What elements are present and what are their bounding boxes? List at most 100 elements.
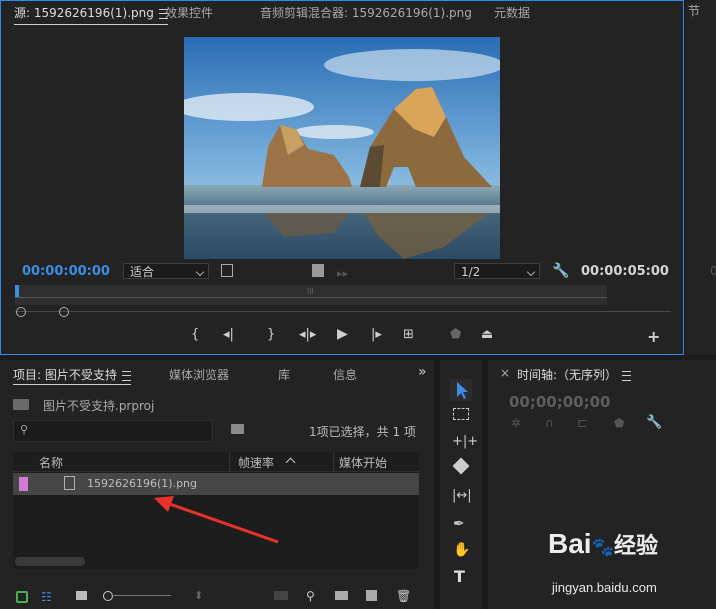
linked-selection-icon[interactable]: ⊏ bbox=[577, 416, 587, 430]
folder-icon bbox=[13, 399, 29, 410]
chevron-down-icon bbox=[195, 267, 205, 277]
baidu-watermark: Bai🐾经验 bbox=[548, 528, 658, 560]
close-icon[interactable]: × bbox=[500, 366, 510, 380]
source-tab-bar: 源: 1592626196(1).png 效果控件 音频剪辑混合器: 15926… bbox=[1, 1, 683, 25]
watermark-brand: Bai bbox=[548, 528, 592, 559]
tab-metadata[interactable]: 元数据 bbox=[494, 3, 530, 23]
step-forward-icon[interactable]: |▸ bbox=[371, 327, 382, 342]
timeline-panel: × 时间轴:（无序列） 00;00;00;00 ✲ ∩ ⊏ ⬟ 🔧 bbox=[488, 360, 716, 609]
watermark-url: jingyan.baidu.com bbox=[552, 580, 657, 595]
current-timecode[interactable]: 00:00:00:00 bbox=[22, 264, 110, 279]
list-header: 名称 帧速率 媒体开始 bbox=[13, 452, 419, 472]
mark-out-button[interactable]: } bbox=[267, 327, 275, 342]
ripple-edit-tool[interactable]: +|+ bbox=[452, 434, 478, 449]
slip-tool[interactable]: |↔| bbox=[452, 488, 472, 503]
timeline-timecode[interactable]: 00;00;00;00 bbox=[509, 393, 611, 411]
sort-icon[interactable]: ⬍ bbox=[194, 589, 203, 602]
insert-icon[interactable]: ⊞ bbox=[403, 327, 414, 342]
snap-icon[interactable]: ∩ bbox=[545, 416, 554, 430]
column-media-start[interactable]: 媒体开始 bbox=[339, 454, 387, 471]
arrow-icon bbox=[457, 382, 468, 399]
project-file-name: 图片不受支持.prproj bbox=[43, 399, 155, 413]
tab-libraries[interactable]: 库 bbox=[278, 366, 290, 383]
watermark-brand2: 经验 bbox=[614, 533, 659, 558]
fit-dropdown[interactable]: 适合 bbox=[123, 263, 209, 279]
tab-project[interactable]: 项目: 图片不受支持 bbox=[13, 366, 131, 385]
program-timecode-fragment: 0 bbox=[710, 264, 716, 278]
nest-icon[interactable]: ✲ bbox=[511, 416, 521, 430]
zoom-slider[interactable] bbox=[111, 595, 171, 596]
zoom-handle-right[interactable] bbox=[59, 307, 69, 317]
search-icon: ⚲ bbox=[20, 423, 29, 436]
new-item-icon[interactable] bbox=[366, 590, 377, 601]
panel-menu-icon[interactable] bbox=[622, 370, 632, 381]
insert-bracket-icon[interactable] bbox=[221, 264, 233, 277]
project-panel: 项目: 图片不受支持 媒体浏览器 库 信息 » 图片不受支持.prproj ⚲ … bbox=[0, 360, 434, 609]
play-icon[interactable]: ▶ bbox=[337, 326, 348, 342]
annotation-arrow bbox=[154, 496, 279, 544]
tab-media-browser[interactable]: 媒体浏览器 bbox=[169, 366, 229, 383]
export-frame-icon[interactable]: ⏏ bbox=[481, 327, 493, 342]
marker-icon[interactable]: ⬟ bbox=[450, 327, 461, 342]
ruler-ticks bbox=[15, 297, 607, 298]
resolution-dropdown[interactable]: 1/2 bbox=[454, 263, 540, 279]
ruler-mid-mark: lll bbox=[307, 287, 314, 296]
wrench-icon[interactable]: 🔧 bbox=[646, 415, 662, 430]
column-divider bbox=[333, 452, 334, 471]
project-search-input[interactable]: ⚲ bbox=[13, 420, 213, 442]
tab-audio-clip-mixer[interactable]: 音频剪辑混合器: 1592626196(1).png bbox=[260, 3, 472, 23]
selection-info: 1项已选择，共 1 项 bbox=[309, 425, 416, 439]
sync-icon: ▸▸ bbox=[337, 267, 349, 280]
tab-effect-controls[interactable]: 效果控件 bbox=[165, 3, 213, 23]
step-back-icon[interactable]: ◂|▸ bbox=[299, 327, 316, 342]
tools-panel: +|+ |↔| ✒ ✋ T bbox=[440, 360, 482, 609]
paw-icon: 🐾 bbox=[591, 537, 614, 557]
razor-tool[interactable] bbox=[452, 457, 470, 475]
sort-ascending-icon[interactable] bbox=[285, 457, 296, 468]
horizontal-scrollbar[interactable] bbox=[15, 557, 85, 566]
source-preview-image bbox=[184, 37, 500, 259]
panel-menu-icon[interactable] bbox=[121, 370, 131, 381]
time-ruler[interactable]: lll bbox=[15, 285, 607, 305]
clip-icon[interactable] bbox=[312, 264, 324, 277]
fit-dropdown-value: 适合 bbox=[130, 265, 155, 279]
find-icon[interactable]: ⚲ bbox=[306, 589, 315, 603]
label-color-swatch[interactable] bbox=[19, 477, 28, 491]
tab-source[interactable]: 源: 1592626196(1).png bbox=[14, 3, 168, 25]
duration-timecode: 00:00:05:00 bbox=[581, 264, 669, 279]
column-frame-rate[interactable]: 帧速率 bbox=[238, 454, 274, 471]
chevron-down-icon bbox=[526, 267, 536, 277]
add-marker-icon[interactable]: ⬟ bbox=[614, 416, 624, 430]
playhead[interactable] bbox=[15, 285, 19, 297]
image-file-icon bbox=[64, 476, 75, 490]
lock-icon[interactable] bbox=[16, 591, 28, 603]
automate-icon[interactable] bbox=[274, 591, 288, 600]
tab-program[interactable]: 节 bbox=[688, 2, 700, 19]
hand-tool[interactable]: ✋ bbox=[453, 542, 470, 558]
add-button-icon[interactable]: + bbox=[647, 327, 660, 346]
select-tool[interactable] bbox=[450, 379, 472, 401]
new-bin-icon[interactable] bbox=[335, 591, 348, 600]
list-view-icon[interactable]: ☷ bbox=[41, 590, 52, 604]
pen-tool[interactable]: ✒ bbox=[453, 516, 465, 532]
zoom-bar[interactable] bbox=[15, 311, 671, 312]
column-divider bbox=[229, 452, 230, 471]
wrench-icon[interactable]: 🔧 bbox=[552, 263, 569, 279]
go-to-in-icon[interactable]: ◂| bbox=[223, 327, 234, 342]
source-monitor-panel: 源: 1592626196(1).png 效果控件 音频剪辑混合器: 15926… bbox=[0, 0, 684, 355]
column-name[interactable]: 名称 bbox=[39, 454, 63, 471]
tab-info[interactable]: 信息 bbox=[333, 366, 357, 383]
type-tool[interactable]: T bbox=[454, 567, 465, 586]
trash-icon[interactable]: 🗑 bbox=[396, 589, 411, 603]
track-select-tool[interactable] bbox=[453, 408, 469, 420]
icon-view-icon[interactable] bbox=[76, 591, 87, 600]
file-name: 1592626196(1).png bbox=[87, 477, 197, 490]
mark-in-button[interactable]: { bbox=[191, 327, 199, 342]
timeline-title[interactable]: 时间轴:（无序列） bbox=[517, 366, 632, 383]
zoom-handle-left[interactable] bbox=[16, 307, 26, 317]
zoom-slider-handle[interactable] bbox=[103, 591, 113, 601]
new-search-bin-icon[interactable] bbox=[231, 424, 244, 434]
program-monitor-panel-edge: 节 0 bbox=[686, 0, 716, 355]
resolution-value: 1/2 bbox=[461, 265, 481, 279]
panel-overflow-icon[interactable]: » bbox=[418, 364, 427, 380]
